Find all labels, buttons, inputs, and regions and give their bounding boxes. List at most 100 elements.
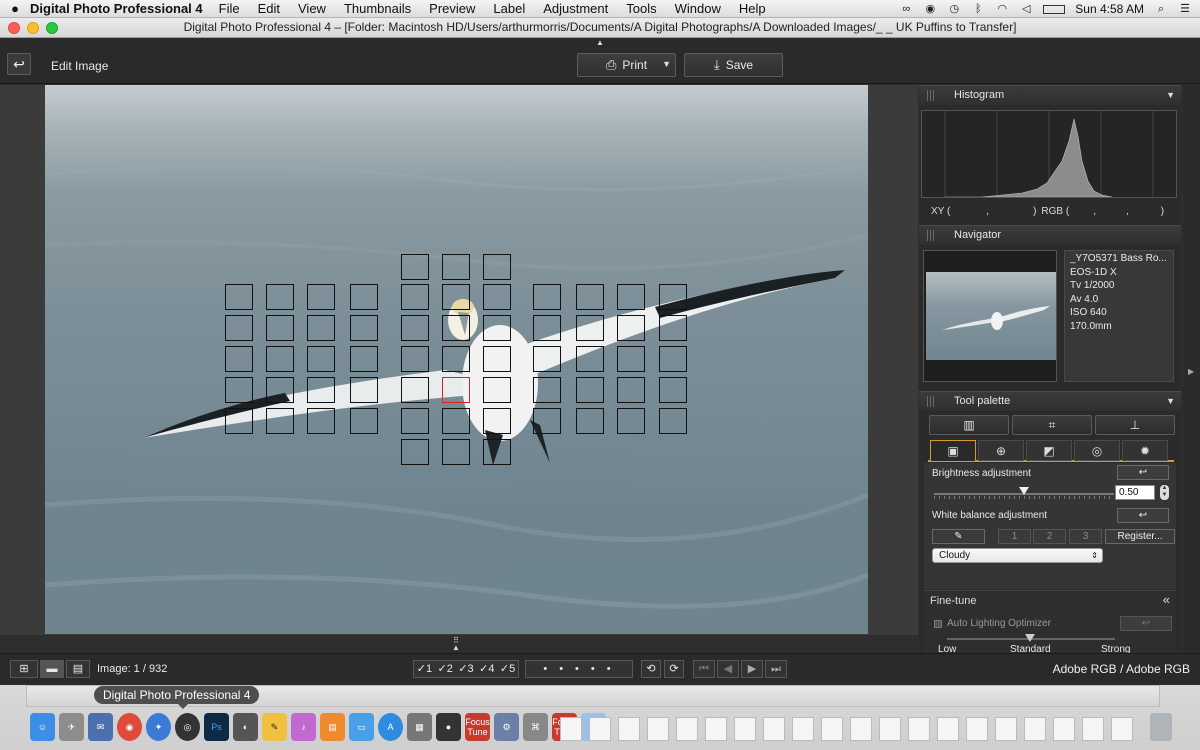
- wb-preset-1-button[interactable]: 1: [998, 529, 1031, 544]
- dock-document-icon[interactable]: [966, 717, 988, 741]
- back-button[interactable]: ↩: [7, 53, 31, 75]
- zoom-window-button[interactable]: [46, 22, 58, 34]
- notification-center-icon[interactable]: ☰: [1178, 3, 1192, 15]
- spotlight-icon[interactable]: ⌕: [1154, 3, 1168, 15]
- brightness-reset-button[interactable]: ↩: [1117, 465, 1169, 480]
- alo-slider-thumb[interactable]: [1025, 634, 1035, 642]
- itunes-icon[interactable]: ♪: [291, 713, 316, 741]
- first-image-button[interactable]: ⏮: [693, 660, 715, 678]
- dock-document-icon[interactable]: [1111, 717, 1133, 741]
- gannet-photo[interactable]: [45, 85, 868, 634]
- single-view-button[interactable]: ▬: [40, 660, 64, 678]
- finder-icon[interactable]: ☺: [30, 713, 55, 741]
- rotate-left-button[interactable]: ⟲: [641, 660, 661, 678]
- menu-label[interactable]: Label: [493, 1, 525, 16]
- alo-reset-button[interactable]: ↩: [1120, 616, 1172, 631]
- trash-icon[interactable]: [1150, 713, 1172, 741]
- menu-clock[interactable]: Sun 4:58 AM: [1075, 2, 1144, 16]
- wifi-icon[interactable]: ◠: [995, 3, 1009, 15]
- menu-adjustment[interactable]: Adjustment: [543, 1, 608, 16]
- collapse-icon[interactable]: ▼: [1166, 392, 1175, 411]
- collapse-double-chevron-icon[interactable]: «: [1163, 592, 1170, 607]
- wb-register-button[interactable]: Register...: [1105, 529, 1175, 544]
- next-image-button[interactable]: ▶: [741, 660, 763, 678]
- dock-document-icon[interactable]: [763, 717, 785, 741]
- creative-cloud-icon[interactable]: ∞: [899, 3, 913, 15]
- dock-document-icon[interactable]: [821, 717, 843, 741]
- dock-document-icon[interactable]: [560, 717, 582, 741]
- menu-file[interactable]: File: [219, 1, 240, 16]
- stamp-tool-button[interactable]: ⊥: [1095, 415, 1175, 435]
- tab-basic[interactable]: ▣: [930, 440, 976, 461]
- status-icon[interactable]: ◉: [923, 3, 937, 15]
- grid-view-button[interactable]: ⊞: [10, 660, 38, 678]
- rating-3-button[interactable]: ✓3: [458, 661, 473, 677]
- preview-icon[interactable]: ▭: [349, 713, 374, 741]
- histogram-header[interactable]: Histogram ▼: [919, 85, 1181, 105]
- tab-settings[interactable]: ✹: [1122, 440, 1168, 461]
- menu-edit[interactable]: Edit: [258, 1, 280, 16]
- rating-2-button[interactable]: ✓2: [438, 661, 453, 677]
- minimize-window-button[interactable]: [27, 22, 39, 34]
- menu-view[interactable]: View: [298, 1, 326, 16]
- drag-grip-icon[interactable]: [927, 396, 935, 407]
- collapse-toolbar-icon[interactable]: ▲: [596, 38, 604, 47]
- thumbnail-strip-handle[interactable]: ⠿ ▲: [446, 637, 466, 652]
- camera-icon[interactable]: ◐: [233, 713, 258, 741]
- settings-icon[interactable]: ⌘: [523, 713, 548, 741]
- time-machine-icon[interactable]: ◷: [947, 3, 961, 15]
- rating-1-button[interactable]: ✓1: [417, 661, 432, 677]
- wb-reset-button[interactable]: ↩: [1117, 508, 1169, 523]
- tab-color[interactable]: ◎: [1074, 440, 1120, 461]
- dock-document-icon[interactable]: [850, 717, 872, 741]
- menu-thumbnails[interactable]: Thumbnails: [344, 1, 411, 16]
- drag-grip-icon[interactable]: [927, 90, 935, 101]
- star-rating-dots[interactable]: •••••: [525, 660, 633, 678]
- dock-document-icon[interactable]: [676, 717, 698, 741]
- battery-icon[interactable]: [1043, 4, 1066, 14]
- previous-image-button[interactable]: ◀: [717, 660, 739, 678]
- safari-icon[interactable]: ✦: [146, 713, 171, 741]
- image-viewer[interactable]: [0, 85, 918, 635]
- menu-tools[interactable]: Tools: [626, 1, 656, 16]
- save-button[interactable]: ⤓ Save: [684, 53, 783, 77]
- dock-document-icon[interactable]: [647, 717, 669, 741]
- dock-document-icon[interactable]: [1082, 717, 1104, 741]
- dock-document-icon[interactable]: [908, 717, 930, 741]
- dock-document-icon[interactable]: [589, 717, 611, 741]
- menu-help[interactable]: Help: [739, 1, 766, 16]
- rating-5-button[interactable]: ✓5: [500, 661, 515, 677]
- chrome-icon[interactable]: ◉: [117, 713, 142, 741]
- navigator-header[interactable]: Navigator: [919, 225, 1181, 245]
- rotate-right-button[interactable]: ⟳: [664, 660, 684, 678]
- last-image-button[interactable]: ⏭: [765, 660, 787, 678]
- wb-eyedropper-button[interactable]: ✎: [932, 529, 985, 544]
- focus-tune-icon[interactable]: Focus Tune: [465, 713, 490, 741]
- navigator-image[interactable]: [926, 272, 1056, 360]
- crop-tool-button[interactable]: ⌗: [1012, 415, 1092, 435]
- apple-menu-icon[interactable]: ●: [0, 1, 30, 16]
- wb-preset-2-button[interactable]: 2: [1033, 529, 1066, 544]
- dock-document-icon[interactable]: [995, 717, 1017, 741]
- launchpad-icon[interactable]: ✈: [59, 713, 84, 741]
- scroll-right-icon[interactable]: ▶: [1188, 367, 1194, 376]
- compare-tool-button[interactable]: ▥: [929, 415, 1009, 435]
- dock-document-icon[interactable]: [792, 717, 814, 741]
- tool-palette-header[interactable]: Tool palette ▼: [919, 391, 1181, 411]
- bluetooth-icon[interactable]: ᛒ: [971, 3, 985, 15]
- dock-document-icon[interactable]: [734, 717, 756, 741]
- navigator-thumbnail[interactable]: [923, 250, 1057, 382]
- app-menu[interactable]: Digital Photo Professional 4: [30, 1, 203, 16]
- menu-preview[interactable]: Preview: [429, 1, 475, 16]
- utility-icon[interactable]: ⚙: [494, 713, 519, 741]
- dock-document-icon[interactable]: [618, 717, 640, 741]
- collapse-icon[interactable]: ▼: [1166, 86, 1175, 105]
- dock-document-icon[interactable]: [1024, 717, 1046, 741]
- panel-scrollbar[interactable]: ▶: [1183, 85, 1200, 653]
- dock-document-icon[interactable]: [1053, 717, 1075, 741]
- tab-detail[interactable]: ⊕: [978, 440, 1024, 461]
- brightness-stepper[interactable]: ▲ ▼: [1160, 485, 1169, 500]
- close-window-button[interactable]: [8, 22, 20, 34]
- app-store-icon[interactable]: A: [378, 713, 403, 741]
- dock-document-icon[interactable]: [937, 717, 959, 741]
